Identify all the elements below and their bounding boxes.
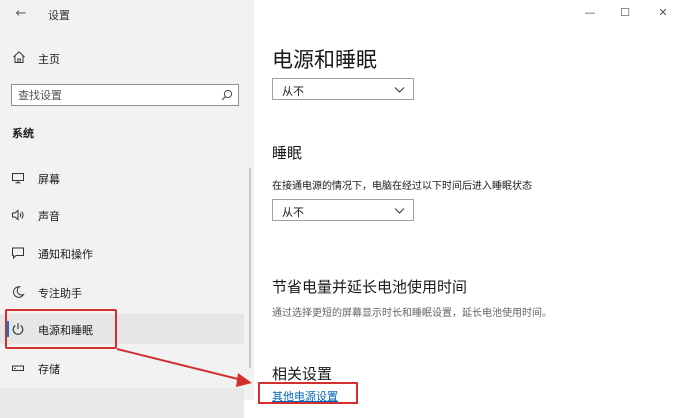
sidebar-item-display[interactable]: 屏幕 — [0, 163, 244, 193]
notification-icon — [12, 247, 24, 260]
sidebar-item-label: 声音 — [38, 210, 60, 223]
battery-saving-heading: 节省电量并延长电池使用时间 — [272, 278, 468, 296]
sidebar-item-label: 存储 — [38, 363, 60, 376]
dropdown-value: 从不 — [282, 206, 304, 219]
sidebar-item-partial[interactable] — [0, 388, 244, 418]
speaker-icon — [12, 209, 24, 221]
sidebar-item-label: 专注助手 — [38, 287, 82, 300]
page-title: 电源和睡眠 — [272, 48, 377, 72]
related-settings-heading: 相关设置 — [272, 365, 333, 383]
sidebar-item-notifications[interactable]: 通知和操作 — [0, 238, 244, 268]
maximize-button[interactable]: ☐ — [614, 4, 636, 22]
highlight-box — [5, 309, 117, 349]
chevron-down-icon — [394, 87, 405, 93]
screen-timeout-dropdown[interactable]: 从不 — [272, 78, 414, 100]
search-input[interactable] — [18, 88, 208, 102]
sidebar-item-storage[interactable]: 存储 — [0, 353, 244, 383]
sidebar-item-focus-assist[interactable]: 专注助手 — [0, 277, 244, 307]
sidebar-item-label: 屏幕 — [38, 173, 60, 186]
sidebar-item-sound[interactable]: 声音 — [0, 200, 244, 230]
section-heading: 系统 — [12, 127, 34, 140]
monitor-icon — [12, 173, 24, 184]
sleep-heading: 睡眠 — [272, 144, 303, 162]
search-icon[interactable] — [221, 89, 233, 101]
sidebar-item-label: 主页 — [38, 53, 60, 66]
moon-icon — [13, 286, 25, 298]
app-title: 设置 — [48, 9, 70, 22]
close-button[interactable]: ✕ — [652, 4, 674, 22]
search-box[interactable] — [11, 84, 239, 106]
chevron-down-icon — [394, 208, 405, 214]
home-icon — [13, 51, 25, 63]
sidebar-item-home[interactable]: 主页 — [0, 45, 244, 71]
back-arrow-icon[interactable]: ← — [12, 5, 30, 23]
sidebar-scrollbar[interactable] — [249, 168, 251, 368]
link-highlight-box — [258, 382, 358, 404]
battery-saving-description: 通过选择更短的屏幕显示时长和睡眠设置，延长电池使用时间。 — [272, 308, 552, 319]
minimize-button[interactable]: — — [579, 4, 601, 22]
main-content: — ☐ ✕ 电源和睡眠 从不 睡眠 在接通电源的情况下，电脑在经过以下时间后进入… — [254, 0, 680, 403]
sleep-timeout-dropdown[interactable]: 从不 — [272, 199, 414, 221]
sidebar-item-label: 通知和操作 — [38, 248, 93, 261]
dropdown-value: 从不 — [282, 85, 304, 98]
storage-icon — [12, 365, 24, 371]
sleep-description: 在接通电源的情况下，电脑在经过以下时间后进入睡眠状态 — [272, 181, 532, 192]
